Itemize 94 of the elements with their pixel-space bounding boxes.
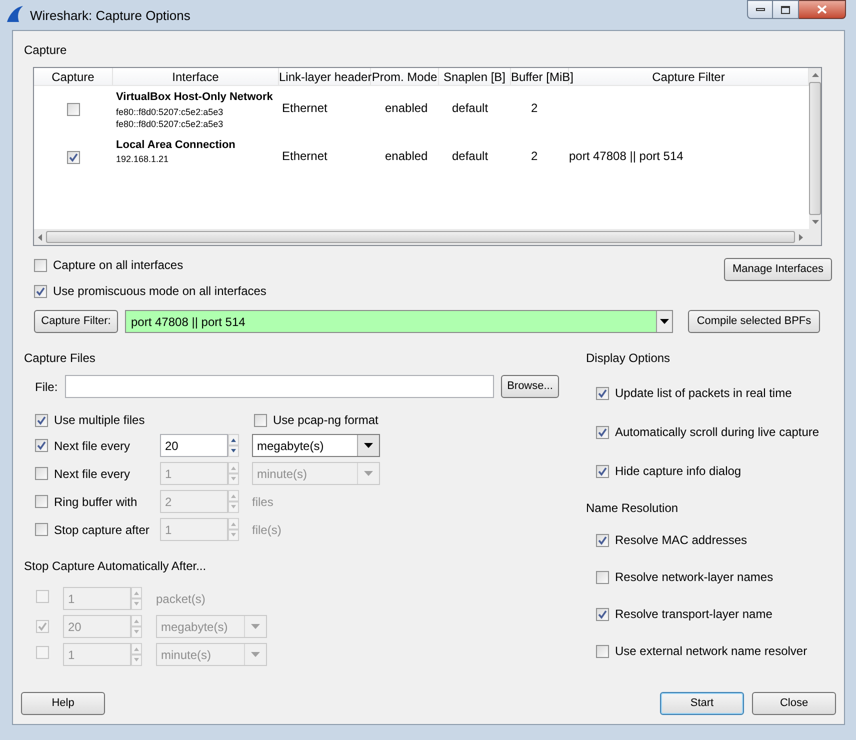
spin-arrows-icon[interactable] bbox=[228, 434, 239, 457]
section-title: Name Resolution bbox=[586, 500, 680, 517]
table-cell: default bbox=[452, 148, 488, 162]
field-label: File: bbox=[35, 378, 59, 396]
checkbox[interactable] bbox=[35, 414, 48, 426]
checkbox[interactable] bbox=[35, 523, 48, 536]
checkbox[interactable] bbox=[596, 644, 609, 658]
scroll-down-icon[interactable] bbox=[812, 220, 818, 224]
button[interactable]: Manage Interfaces bbox=[724, 258, 832, 281]
file-field[interactable] bbox=[65, 375, 494, 398]
checkbox[interactable] bbox=[67, 150, 80, 164]
section-title: Display Options bbox=[586, 350, 672, 367]
checkbox-label: Use external network name resolver bbox=[615, 643, 808, 660]
checkbox-label: Automatically scroll during live capture bbox=[615, 424, 820, 441]
checkbox-label: Resolve MAC addresses bbox=[615, 532, 748, 549]
vertical-scrollbar[interactable] bbox=[809, 68, 821, 229]
checkbox[interactable] bbox=[596, 534, 609, 546]
button[interactable]: Help bbox=[21, 692, 105, 715]
button[interactable]: Browse... bbox=[501, 375, 559, 398]
section-title: Stop Capture Automatically After... bbox=[24, 558, 208, 575]
checkbox[interactable] bbox=[35, 467, 48, 480]
checkbox[interactable] bbox=[34, 258, 47, 272]
checkbox-label: Resolve network-layer names bbox=[615, 569, 774, 586]
minimize-icon bbox=[756, 8, 764, 11]
checkbox-label: Resolve transport-layer name bbox=[615, 606, 772, 623]
scroll-right-icon[interactable] bbox=[799, 234, 803, 240]
maximize-icon bbox=[781, 6, 790, 14]
interface-address: 192.168.1.21 bbox=[116, 153, 170, 165]
checkbox-label: Next file every bbox=[54, 466, 130, 482]
table-cell: port 47808 || port 514 bbox=[569, 148, 684, 162]
table-cell: enabled bbox=[385, 148, 428, 162]
checkbox[interactable] bbox=[36, 620, 49, 632]
checkbox[interactable] bbox=[596, 426, 609, 438]
checkbox[interactable] bbox=[596, 608, 609, 620]
dropdown-arrow-icon bbox=[251, 624, 260, 629]
unit-label: packet(s) bbox=[156, 592, 206, 606]
button[interactable]: Compile selected BPFs bbox=[688, 310, 820, 333]
maximize-button[interactable] bbox=[773, 0, 799, 19]
spin-field[interactable]: 20 bbox=[160, 434, 228, 457]
dropdown[interactable]: megabyte(s) bbox=[252, 434, 380, 457]
checkbox[interactable] bbox=[35, 495, 48, 508]
minimize-button[interactable] bbox=[747, 0, 773, 19]
fin-logo-icon bbox=[6, 5, 24, 23]
checkbox-label: Next file every bbox=[54, 438, 130, 454]
checkbox[interactable] bbox=[596, 464, 609, 478]
checkbox-label: Stop capture after bbox=[54, 522, 150, 538]
window-title: Wireshark: Capture Options bbox=[30, 7, 190, 25]
checkbox[interactable] bbox=[67, 103, 80, 116]
column-header[interactable]: Link-layer header bbox=[279, 68, 371, 85]
checkbox[interactable] bbox=[254, 414, 267, 426]
column-header[interactable]: Capture bbox=[34, 68, 113, 85]
table-cell: default bbox=[452, 101, 488, 115]
checkbox[interactable] bbox=[36, 646, 49, 658]
checkbox-label: Use pcap-ng format bbox=[273, 412, 378, 429]
checkbox-label: Use promiscuous mode on all interfaces bbox=[53, 283, 266, 300]
checkbox[interactable] bbox=[34, 284, 47, 298]
horizontal-scrollbar[interactable] bbox=[34, 229, 807, 245]
column-header[interactable]: Interface bbox=[113, 68, 279, 85]
scroll-up-icon[interactable] bbox=[812, 73, 818, 77]
dropdown-arrow-icon bbox=[364, 443, 373, 448]
dropdown-arrow-icon bbox=[660, 319, 669, 324]
checkbox[interactable] bbox=[35, 439, 48, 452]
table-cell: Ethernet bbox=[282, 101, 328, 115]
checkbox[interactable] bbox=[596, 386, 609, 400]
interface-address: fe80::f8d0:5207:c5e2:a5e3 bbox=[116, 106, 224, 118]
checkbox[interactable] bbox=[596, 570, 609, 584]
interface-name: VirtualBox Host-Only Network bbox=[116, 90, 274, 105]
checkbox-label: Use multiple files bbox=[54, 412, 145, 429]
column-header[interactable]: Prom. Mode bbox=[371, 68, 439, 85]
unit-label: files bbox=[252, 494, 274, 508]
close-icon bbox=[817, 5, 827, 14]
interface-name: Local Area Connection bbox=[116, 138, 236, 152]
column-header[interactable]: Snaplen [B] bbox=[439, 68, 511, 85]
dropdown-arrow-icon bbox=[251, 652, 260, 657]
checkbox-label: Update list of packets in real time bbox=[615, 385, 792, 402]
scroll-left-icon[interactable] bbox=[38, 234, 42, 240]
button[interactable]: Start bbox=[660, 692, 744, 715]
section-title: Capture Files bbox=[24, 350, 96, 367]
button[interactable]: Close bbox=[752, 692, 836, 715]
table-cell: Ethernet bbox=[282, 148, 328, 162]
checkbox-label: Ring buffer with bbox=[54, 494, 138, 510]
table-cell: 2 bbox=[531, 148, 538, 162]
dropdown-arrow-icon bbox=[364, 471, 373, 476]
button[interactable]: Capture Filter: bbox=[34, 310, 118, 333]
checkbox-label: Hide capture info dialog bbox=[615, 463, 742, 480]
capture-filter-field[interactable]: port 47808 || port 514 bbox=[125, 310, 673, 333]
interface-address: fe80::f8d0:5207:c5e2:a5e3 bbox=[116, 118, 224, 130]
section-title: Capture bbox=[24, 42, 68, 59]
table-cell: enabled bbox=[385, 101, 428, 115]
checkbox[interactable] bbox=[36, 590, 49, 602]
unit-label: file(s) bbox=[252, 522, 282, 536]
table-cell: 2 bbox=[531, 101, 538, 115]
checkbox-label: Capture on all interfaces bbox=[53, 257, 184, 274]
close-button[interactable] bbox=[799, 0, 846, 19]
